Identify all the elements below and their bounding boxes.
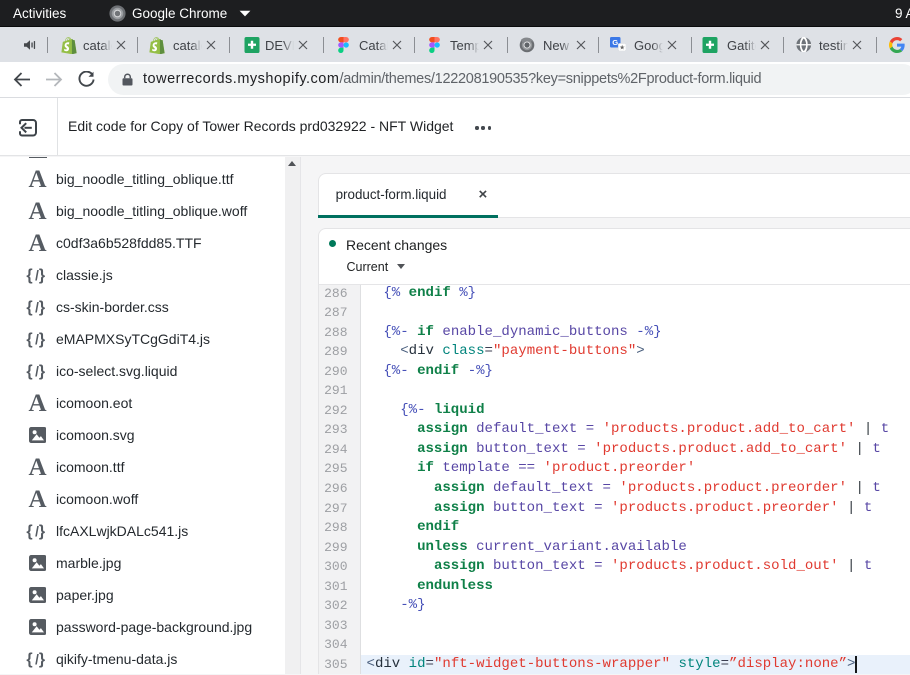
svg-text:★: ★ (619, 44, 625, 51)
svg-text:G: G (612, 37, 618, 46)
